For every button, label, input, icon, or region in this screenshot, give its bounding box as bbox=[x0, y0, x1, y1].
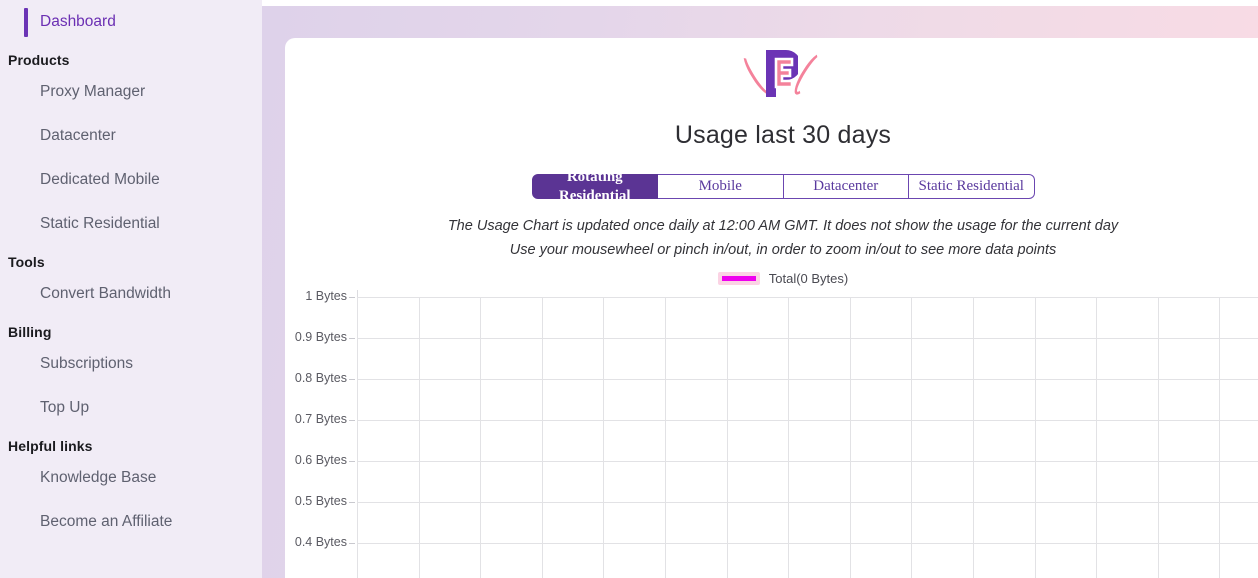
proxy-empire-logo bbox=[739, 47, 827, 101]
chart-y-tick-mark bbox=[349, 502, 355, 503]
chart-legend[interactable]: Total(0 Bytes) bbox=[285, 271, 1258, 286]
sidebar-item-label: Subscriptions bbox=[40, 355, 134, 372]
sidebar: Dashboard Products Proxy Manager Datacenter… bbox=[0, 0, 262, 578]
legend-label-total: Total(0 Bytes) bbox=[768, 271, 849, 286]
chart-y-tick-mark bbox=[349, 297, 355, 298]
chart-plot-area[interactable] bbox=[357, 290, 1258, 578]
sidebar-item-label: Convert Bandwidth bbox=[40, 285, 171, 302]
sidebar-group-tools: Tools bbox=[0, 254, 262, 270]
main-content-area: Usage last 30 days Rotating Residential M… bbox=[262, 0, 1258, 578]
sidebar-item-dashboard[interactable]: Dashboard bbox=[0, 0, 262, 44]
chart-y-tick-mark bbox=[349, 461, 355, 462]
sidebar-item-subscriptions[interactable]: Subscriptions bbox=[0, 342, 262, 386]
chart-gridline-vertical bbox=[788, 297, 789, 578]
sidebar-item-knowledge-base[interactable]: Knowledge Base bbox=[0, 456, 262, 500]
tab-static-residential[interactable]: Static Residential bbox=[909, 174, 1035, 199]
tab-mobile[interactable]: Mobile bbox=[658, 174, 784, 199]
sidebar-item-proxy-manager[interactable]: Proxy Manager bbox=[0, 70, 262, 114]
tab-label: Datacenter bbox=[813, 178, 879, 194]
chart-gridline-vertical bbox=[973, 297, 974, 578]
chart-gridline-vertical bbox=[911, 297, 912, 578]
tab-label: Rotating Residential bbox=[558, 168, 631, 204]
chart-gridline-horizontal bbox=[357, 461, 1258, 462]
sidebar-nav: Dashboard Products Proxy Manager Datacenter… bbox=[0, 0, 262, 544]
chart-y-tick-label: 1 Bytes bbox=[305, 289, 347, 303]
chart-gridline-vertical bbox=[665, 297, 666, 578]
chart-gridline-horizontal bbox=[357, 502, 1258, 503]
usage-chart[interactable]: 1 Bytes 0.9 Bytes 0.8 Bytes 0.7 Bytes 0.6 By… bbox=[285, 289, 1258, 578]
sidebar-item-label: Dashboard bbox=[40, 13, 116, 30]
chart-y-tick-mark bbox=[349, 420, 355, 421]
sidebar-item-label: Static Residential bbox=[40, 215, 160, 232]
sidebar-group-helpful-links: Helpful links bbox=[0, 438, 262, 454]
usage-card: Usage last 30 days Rotating Residential M… bbox=[285, 38, 1258, 578]
chart-gridline-horizontal bbox=[357, 379, 1258, 380]
chart-gridline-vertical bbox=[727, 297, 728, 578]
chart-y-tick-mark bbox=[349, 379, 355, 380]
tab-label: Static Residential bbox=[918, 178, 1024, 194]
sidebar-item-label: Proxy Manager bbox=[40, 83, 146, 100]
chart-gridline-vertical bbox=[480, 297, 481, 578]
sidebar-item-label: Become an Affiliate bbox=[40, 513, 173, 530]
chart-gridline-vertical bbox=[1096, 297, 1097, 578]
chart-gridline-horizontal bbox=[357, 543, 1258, 544]
sidebar-item-label: Datacenter bbox=[40, 127, 116, 144]
sidebar-item-convert-bandwidth[interactable]: Convert Bandwidth bbox=[0, 272, 262, 316]
sidebar-group-products: Products bbox=[0, 52, 262, 68]
tab-datacenter[interactable]: Datacenter bbox=[783, 174, 909, 199]
sidebar-group-label: Products bbox=[8, 52, 70, 68]
chart-gridline-vertical bbox=[419, 297, 420, 578]
sidebar-group-billing: Billing bbox=[0, 324, 262, 340]
chart-y-tick-label: 0.6 Bytes bbox=[294, 453, 347, 467]
chart-gridline-vertical bbox=[542, 297, 543, 578]
chart-gridline-horizontal bbox=[357, 297, 1258, 298]
chart-y-tick-label: 0.7 Bytes bbox=[294, 412, 347, 426]
chart-note-zoom-hint: Use your mousewheel or pinch in/out, in … bbox=[509, 242, 1057, 258]
sidebar-item-datacenter[interactable]: Datacenter bbox=[0, 114, 262, 158]
chart-gridline-vertical bbox=[1035, 297, 1036, 578]
chart-gridline-vertical bbox=[1158, 297, 1159, 578]
sidebar-group-label: Tools bbox=[8, 254, 45, 270]
chart-y-tick-mark bbox=[349, 543, 355, 544]
logo-pe-monogram-icon bbox=[766, 50, 798, 97]
chart-gridline-vertical bbox=[1219, 297, 1220, 578]
legend-swatch-total[interactable] bbox=[717, 272, 760, 285]
chart-y-tick-mark bbox=[349, 338, 355, 339]
sidebar-item-become-an-affiliate[interactable]: Become an Affiliate bbox=[0, 500, 262, 544]
chart-y-tick-label: 0.9 Bytes bbox=[294, 330, 347, 344]
tab-rotating-residential[interactable]: Rotating Residential bbox=[531, 169, 658, 204]
sidebar-item-label: Top Up bbox=[40, 399, 90, 416]
chart-gridline-vertical bbox=[603, 297, 604, 578]
sidebar-item-dedicated-mobile[interactable]: Dedicated Mobile bbox=[0, 158, 262, 202]
chart-gridline-horizontal bbox=[357, 420, 1258, 421]
sidebar-item-label: Knowledge Base bbox=[40, 469, 157, 486]
sidebar-item-static-residential[interactable]: Static Residential bbox=[0, 202, 262, 246]
sidebar-item-top-up[interactable]: Top Up bbox=[0, 386, 262, 430]
chart-gridline-vertical bbox=[357, 297, 358, 578]
chart-y-tick-label: 0.4 Bytes bbox=[294, 535, 347, 549]
sidebar-group-label: Helpful links bbox=[8, 438, 93, 454]
chart-gridline-vertical bbox=[850, 297, 851, 578]
page-title: Usage last 30 days bbox=[674, 121, 892, 149]
chart-note-daily-update: The Usage Chart is updated once daily at… bbox=[447, 218, 1119, 234]
tab-label: Mobile bbox=[698, 178, 742, 194]
top-white-strip bbox=[262, 0, 1258, 6]
usage-type-tabs: Rotating Residential Mobile Datacenter Stat… bbox=[531, 169, 1035, 204]
chart-y-tick-label: 0.5 Bytes bbox=[294, 494, 347, 508]
sidebar-group-label: Billing bbox=[8, 324, 52, 340]
sidebar-item-label: Dedicated Mobile bbox=[40, 171, 160, 188]
chart-gridline-horizontal bbox=[357, 338, 1258, 339]
chart-y-tick-label: 0.8 Bytes bbox=[294, 371, 347, 385]
